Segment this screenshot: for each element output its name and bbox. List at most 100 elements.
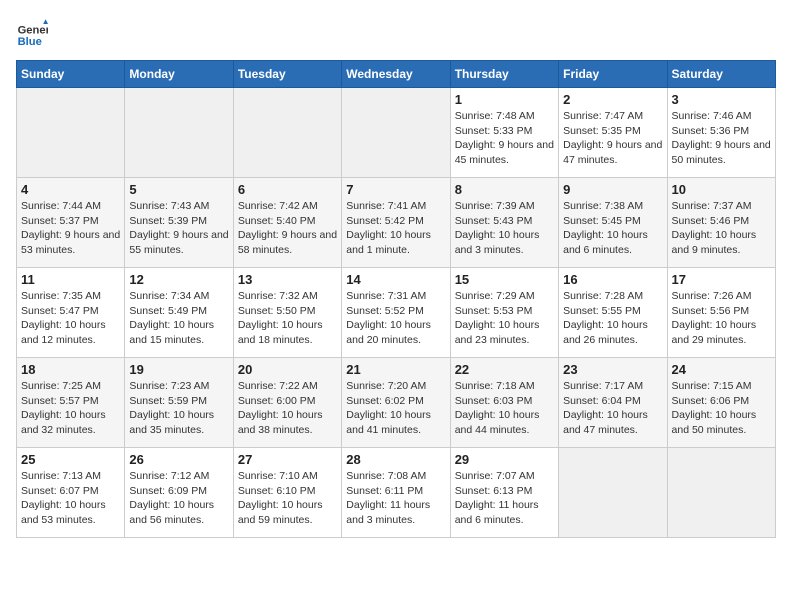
weekday-header: Friday — [559, 61, 667, 88]
day-number: 20 — [238, 362, 337, 377]
calendar-cell: 11Sunrise: 7:35 AM Sunset: 5:47 PM Dayli… — [17, 268, 125, 358]
calendar-cell: 20 Sunrise: 7:22 AM Sunset: 6:00 PM Dayli… — [233, 358, 341, 448]
calendar-cell — [342, 88, 450, 178]
day-info: Sunrise: 7:28 AM Sunset: 5:55 PM Dayligh… — [563, 289, 662, 348]
day-info: Sunrise: 7:34 AM Sunset: 5:49 PM Dayligh… — [129, 289, 228, 348]
day-number: 19 — [129, 362, 228, 377]
calendar-cell: 9 Sunrise: 7:38 AM Sunset: 5:45 PM Daylig… — [559, 178, 667, 268]
day-number: 25 — [21, 452, 120, 467]
weekday-header: Thursday — [450, 61, 558, 88]
calendar-cell — [667, 448, 775, 538]
day-info: Sunrise: 7:15 AM Sunset: 6:06 PM Dayligh… — [672, 379, 771, 438]
weekday-header: Sunday — [17, 61, 125, 88]
weekday-header: Wednesday — [342, 61, 450, 88]
day-number: 27 — [238, 452, 337, 467]
calendar-cell: 17Sunrise: 7:26 AM Sunset: 5:56 PM Dayli… — [667, 268, 775, 358]
calendar-cell: 27 Sunrise: 7:10 AM Sunset: 6:10 PM Dayli… — [233, 448, 341, 538]
calendar-cell: 22 Sunrise: 7:18 AM Sunset: 6:03 PM Dayli… — [450, 358, 558, 448]
calendar-cell: 24 Sunrise: 7:15 AM Sunset: 6:06 PM Dayli… — [667, 358, 775, 448]
day-info: Sunrise: 7:12 AM Sunset: 6:09 PM Dayligh… — [129, 469, 228, 528]
day-info: Sunrise: 7:07 AM Sunset: 6:13 PM Dayligh… — [455, 469, 554, 528]
day-number: 1 — [455, 92, 554, 107]
svg-text:Blue: Blue — [18, 36, 42, 48]
day-info: Sunrise: 7:37 AM Sunset: 5:46 PM Dayligh… — [672, 199, 771, 258]
day-number: 9 — [563, 182, 662, 197]
logo-icon: General Blue — [16, 16, 48, 48]
day-info: Sunrise: 7:31 AM Sunset: 5:52 PM Dayligh… — [346, 289, 445, 348]
calendar-cell: 4 Sunrise: 7:44 AM Sunset: 5:37 PM Daylig… — [17, 178, 125, 268]
day-number: 15 — [455, 272, 554, 287]
calendar-cell: 28 Sunrise: 7:08 AM Sunset: 6:11 PM Dayli… — [342, 448, 450, 538]
calendar-week-row: 18 Sunrise: 7:25 AM Sunset: 5:57 PM Dayli… — [17, 358, 776, 448]
day-info: Sunrise: 7:48 AM Sunset: 5:33 PM Dayligh… — [455, 109, 554, 168]
day-number: 6 — [238, 182, 337, 197]
calendar-cell: 8 Sunrise: 7:39 AM Sunset: 5:43 PM Daylig… — [450, 178, 558, 268]
calendar-cell: 14 Sunrise: 7:31 AM Sunset: 5:52 PM Dayli… — [342, 268, 450, 358]
logo: General Blue — [16, 16, 52, 48]
calendar-cell — [125, 88, 233, 178]
day-info: Sunrise: 7:35 AM Sunset: 5:47 PM Dayligh… — [21, 289, 120, 348]
calendar-cell — [233, 88, 341, 178]
calendar-cell: 13 Sunrise: 7:32 AM Sunset: 5:50 PM Dayli… — [233, 268, 341, 358]
day-number: 5 — [129, 182, 228, 197]
day-info: Sunrise: 7:20 AM Sunset: 6:02 PM Dayligh… — [346, 379, 445, 438]
calendar-cell: 15 Sunrise: 7:29 AM Sunset: 5:53 PM Dayli… — [450, 268, 558, 358]
day-number: 29 — [455, 452, 554, 467]
calendar-cell: 26Sunrise: 7:12 AM Sunset: 6:09 PM Dayli… — [125, 448, 233, 538]
day-info: Sunrise: 7:44 AM Sunset: 5:37 PM Dayligh… — [21, 199, 120, 258]
day-number: 22 — [455, 362, 554, 377]
calendar-cell: 18 Sunrise: 7:25 AM Sunset: 5:57 PM Dayli… — [17, 358, 125, 448]
day-number: 24 — [672, 362, 771, 377]
calendar-cell — [559, 448, 667, 538]
weekday-header: Saturday — [667, 61, 775, 88]
day-number: 10 — [672, 182, 771, 197]
day-info: Sunrise: 7:41 AM Sunset: 5:42 PM Dayligh… — [346, 199, 445, 258]
calendar-cell: 12 Sunrise: 7:34 AM Sunset: 5:49 PM Dayli… — [125, 268, 233, 358]
day-info: Sunrise: 7:25 AM Sunset: 5:57 PM Dayligh… — [21, 379, 120, 438]
calendar-cell: 1 Sunrise: 7:48 AM Sunset: 5:33 PM Daylig… — [450, 88, 558, 178]
page-header: General Blue — [16, 16, 776, 48]
day-number: 8 — [455, 182, 554, 197]
day-info: Sunrise: 7:29 AM Sunset: 5:53 PM Dayligh… — [455, 289, 554, 348]
day-info: Sunrise: 7:42 AM Sunset: 5:40 PM Dayligh… — [238, 199, 337, 258]
day-info: Sunrise: 7:46 AM Sunset: 5:36 PM Dayligh… — [672, 109, 771, 168]
day-number: 12 — [129, 272, 228, 287]
day-number: 28 — [346, 452, 445, 467]
day-info: Sunrise: 7:26 AM Sunset: 5:56 PM Dayligh… — [672, 289, 771, 348]
calendar-cell: 29 Sunrise: 7:07 AM Sunset: 6:13 PM Dayli… — [450, 448, 558, 538]
day-number: 13 — [238, 272, 337, 287]
calendar-cell — [17, 88, 125, 178]
day-number: 16 — [563, 272, 662, 287]
calendar-week-row: 1 Sunrise: 7:48 AM Sunset: 5:33 PM Daylig… — [17, 88, 776, 178]
calendar-table: SundayMondayTuesdayWednesdayThursdayFrid… — [16, 60, 776, 538]
day-number: 18 — [21, 362, 120, 377]
day-info: Sunrise: 7:32 AM Sunset: 5:50 PM Dayligh… — [238, 289, 337, 348]
calendar-cell: 21Sunrise: 7:20 AM Sunset: 6:02 PM Dayli… — [342, 358, 450, 448]
calendar-cell: 6 Sunrise: 7:42 AM Sunset: 5:40 PM Daylig… — [233, 178, 341, 268]
day-number: 4 — [21, 182, 120, 197]
day-info: Sunrise: 7:22 AM Sunset: 6:00 PM Dayligh… — [238, 379, 337, 438]
day-info: Sunrise: 7:39 AM Sunset: 5:43 PM Dayligh… — [455, 199, 554, 258]
weekday-header: Monday — [125, 61, 233, 88]
day-info: Sunrise: 7:08 AM Sunset: 6:11 PM Dayligh… — [346, 469, 445, 528]
calendar-cell: 19 Sunrise: 7:23 AM Sunset: 5:59 PM Dayli… — [125, 358, 233, 448]
calendar-cell: 10 Sunrise: 7:37 AM Sunset: 5:46 PM Dayli… — [667, 178, 775, 268]
day-info: Sunrise: 7:38 AM Sunset: 5:45 PM Dayligh… — [563, 199, 662, 258]
calendar-week-row: 25 Sunrise: 7:13 AM Sunset: 6:07 PM Dayli… — [17, 448, 776, 538]
day-info: Sunrise: 7:10 AM Sunset: 6:10 PM Dayligh… — [238, 469, 337, 528]
day-info: Sunrise: 7:13 AM Sunset: 6:07 PM Dayligh… — [21, 469, 120, 528]
day-info: Sunrise: 7:17 AM Sunset: 6:04 PM Dayligh… — [563, 379, 662, 438]
calendar-cell: 25 Sunrise: 7:13 AM Sunset: 6:07 PM Dayli… — [17, 448, 125, 538]
calendar-cell: 23 Sunrise: 7:17 AM Sunset: 6:04 PM Dayli… — [559, 358, 667, 448]
calendar-cell: 2Sunrise: 7:47 AM Sunset: 5:35 PM Daylig… — [559, 88, 667, 178]
svg-text:General: General — [18, 25, 48, 37]
day-number: 14 — [346, 272, 445, 287]
day-number: 23 — [563, 362, 662, 377]
day-info: Sunrise: 7:23 AM Sunset: 5:59 PM Dayligh… — [129, 379, 228, 438]
weekday-header: Tuesday — [233, 61, 341, 88]
calendar-cell: 3Sunrise: 7:46 AM Sunset: 5:36 PM Daylig… — [667, 88, 775, 178]
day-info: Sunrise: 7:18 AM Sunset: 6:03 PM Dayligh… — [455, 379, 554, 438]
calendar-week-row: 4 Sunrise: 7:44 AM Sunset: 5:37 PM Daylig… — [17, 178, 776, 268]
calendar-cell: 5Sunrise: 7:43 AM Sunset: 5:39 PM Daylig… — [125, 178, 233, 268]
calendar-header-row: SundayMondayTuesdayWednesdayThursdayFrid… — [17, 61, 776, 88]
